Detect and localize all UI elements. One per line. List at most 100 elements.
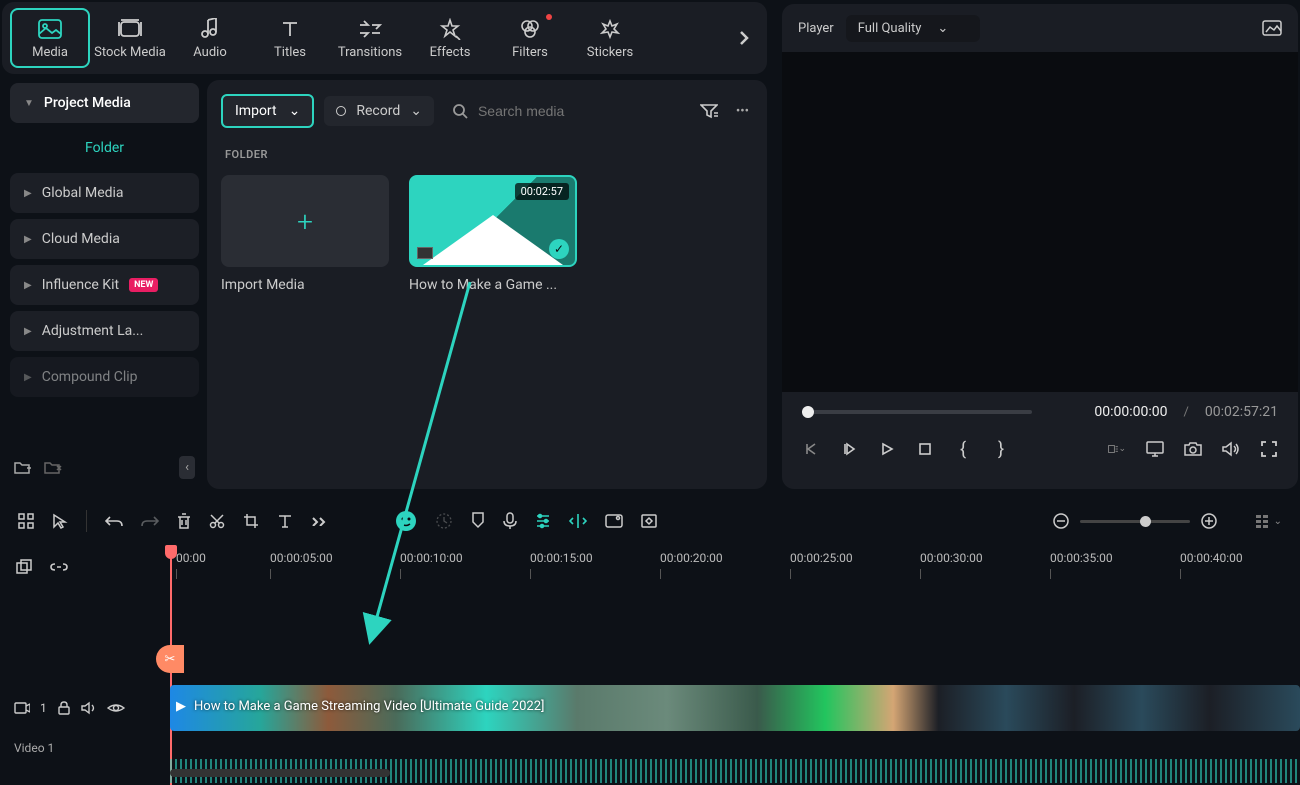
redo-button[interactable] [141,514,159,528]
plus-icon: + [297,205,313,238]
sidebar-item-cloud-media[interactable]: ▶ Cloud Media [10,219,199,259]
sidebar-item-global-media[interactable]: ▶ Global Media [10,173,199,213]
record-icon [336,106,346,116]
new-folder-icon[interactable] [14,460,32,476]
media-clip-card[interactable]: 00:02:57 ✓ How to Make a Game ... [409,175,577,293]
zoom-slider[interactable] [1080,520,1190,523]
layout-icon[interactable]: ⌄ [1108,440,1126,458]
current-time: 00:00:00:00 [1094,404,1167,420]
link-icon[interactable] [50,561,68,573]
undo-button[interactable] [105,514,123,528]
text-button[interactable] [277,513,293,529]
display-icon[interactable] [1146,440,1164,458]
play-icon: ▶ [176,699,190,713]
voiceover-button[interactable] [503,512,517,530]
expand-icon: ▼ [24,98,34,109]
expand-icon: ▶ [24,234,32,245]
timeline-ruler[interactable]: 00:00 00:00:05:00 00:00:10:00 00:00:15:0… [170,545,1300,589]
tick-label: 00:00:30:00 [920,551,983,565]
view-options-button[interactable]: ⌄ [1274,515,1282,528]
chevron-down-icon: ⌄ [410,103,422,119]
duplicate-icon[interactable] [16,559,32,575]
timeline-panel: ⌄ 00:00 00:00:05:00 00:00:10:00 00:00:15… [0,497,1300,779]
effects-icon [436,17,464,41]
delete-folder-icon[interactable] [44,460,62,476]
more-tools-button[interactable] [311,516,329,526]
search-input[interactable] [478,103,678,119]
mute-icon[interactable] [81,701,97,715]
player-label: Player [798,21,834,36]
tool-select-icon[interactable] [52,513,68,529]
step-back-button[interactable] [840,440,858,458]
view-mode-button[interactable] [1256,515,1268,528]
collapse-sidebar-button[interactable]: ‹ [179,456,195,479]
tab-filters[interactable]: Filters [490,8,570,68]
more-options-icon[interactable]: ••• [732,100,753,123]
audio-mixer-button[interactable] [535,513,551,529]
tool-grid-icon[interactable] [18,513,34,529]
play-button[interactable] [878,440,896,458]
zoom-in-button[interactable] [1200,512,1218,530]
film-icon [417,247,433,259]
quality-select[interactable]: Full Quality ⌄ [846,15,981,42]
stop-button[interactable] [916,440,934,458]
filter-icon[interactable] [696,99,722,123]
check-icon: ✓ [549,239,569,259]
tick-label: 00:00:10:00 [400,551,463,565]
render-button[interactable] [605,514,623,528]
sidebar-item-project-media[interactable]: ▼ Project Media [10,83,199,123]
tab-media[interactable]: Media [10,8,90,68]
timeline-scrollbar[interactable] [170,769,390,777]
delete-button[interactable] [177,513,191,529]
player-preview[interactable] [782,52,1298,392]
zoom-out-button[interactable] [1052,512,1070,530]
mark-out-button[interactable]: } [992,440,1010,458]
crop-button[interactable] [243,513,259,529]
media-area: Import ⌄ Record ⌄ ••• FOLDER + Import Me… [207,80,767,489]
sidebar: ▼ Project Media Folder ▶ Global Media ▶ … [2,80,207,489]
tab-transitions[interactable]: Transitions [330,8,410,68]
prev-frame-button[interactable] [802,440,820,458]
video-track-icon[interactable] [14,701,30,715]
visibility-icon[interactable] [107,702,125,714]
speed-button[interactable] [435,512,453,530]
track-count: 1 [40,701,47,715]
import-button[interactable]: Import ⌄ [221,94,314,128]
cut-handle[interactable]: ✂ [156,645,184,673]
tab-effects[interactable]: Effects [410,8,490,68]
filters-icon [516,17,544,41]
cut-button[interactable] [209,513,225,529]
tab-stock-media[interactable]: Stock Media [90,8,170,68]
fullscreen-icon[interactable] [1260,440,1278,458]
marker-button[interactable] [471,512,485,530]
lock-icon[interactable] [57,701,71,715]
more-tabs-button[interactable] [729,29,759,47]
keyframe-button[interactable] [641,514,657,528]
mark-in-button[interactable]: { [954,440,972,458]
expand-icon: ▶ [24,372,32,383]
split-button[interactable] [569,512,587,530]
tab-audio[interactable]: Audio [170,8,250,68]
progress-slider[interactable] [802,410,1032,414]
volume-icon[interactable] [1222,440,1240,458]
tick-label: 00:00:05:00 [270,551,333,565]
sidebar-label: Adjustment La... [42,323,144,339]
record-button[interactable]: Record ⌄ [324,96,434,126]
snapshot-icon[interactable] [1262,20,1282,36]
sidebar-item-influence-kit[interactable]: ▶ Influence Kit NEW [10,265,199,305]
tab-titles[interactable]: Titles [250,8,330,68]
sidebar-item-compound-clip[interactable]: ▶ Compound Clip [10,357,199,397]
player-panel: Player Full Quality ⌄ 00:00:00:00 / 00:0… [782,4,1298,489]
stock-media-icon [116,17,144,41]
new-badge: NEW [129,278,158,292]
sidebar-item-adjustment-layers[interactable]: ▶ Adjustment La... [10,311,199,351]
tab-label: Audio [193,45,226,60]
ai-button[interactable] [395,510,417,532]
video-clip[interactable]: ▶ How to Make a Game Streaming Video [Ul… [170,685,1300,731]
import-media-card[interactable]: + Import Media [221,175,389,293]
camera-icon[interactable] [1184,440,1202,458]
sidebar-folder-link[interactable]: Folder [2,126,207,170]
tick-label: 00:00:25:00 [790,551,853,565]
import-label: Import [235,103,277,119]
tab-stickers[interactable]: Stickers [570,8,650,68]
